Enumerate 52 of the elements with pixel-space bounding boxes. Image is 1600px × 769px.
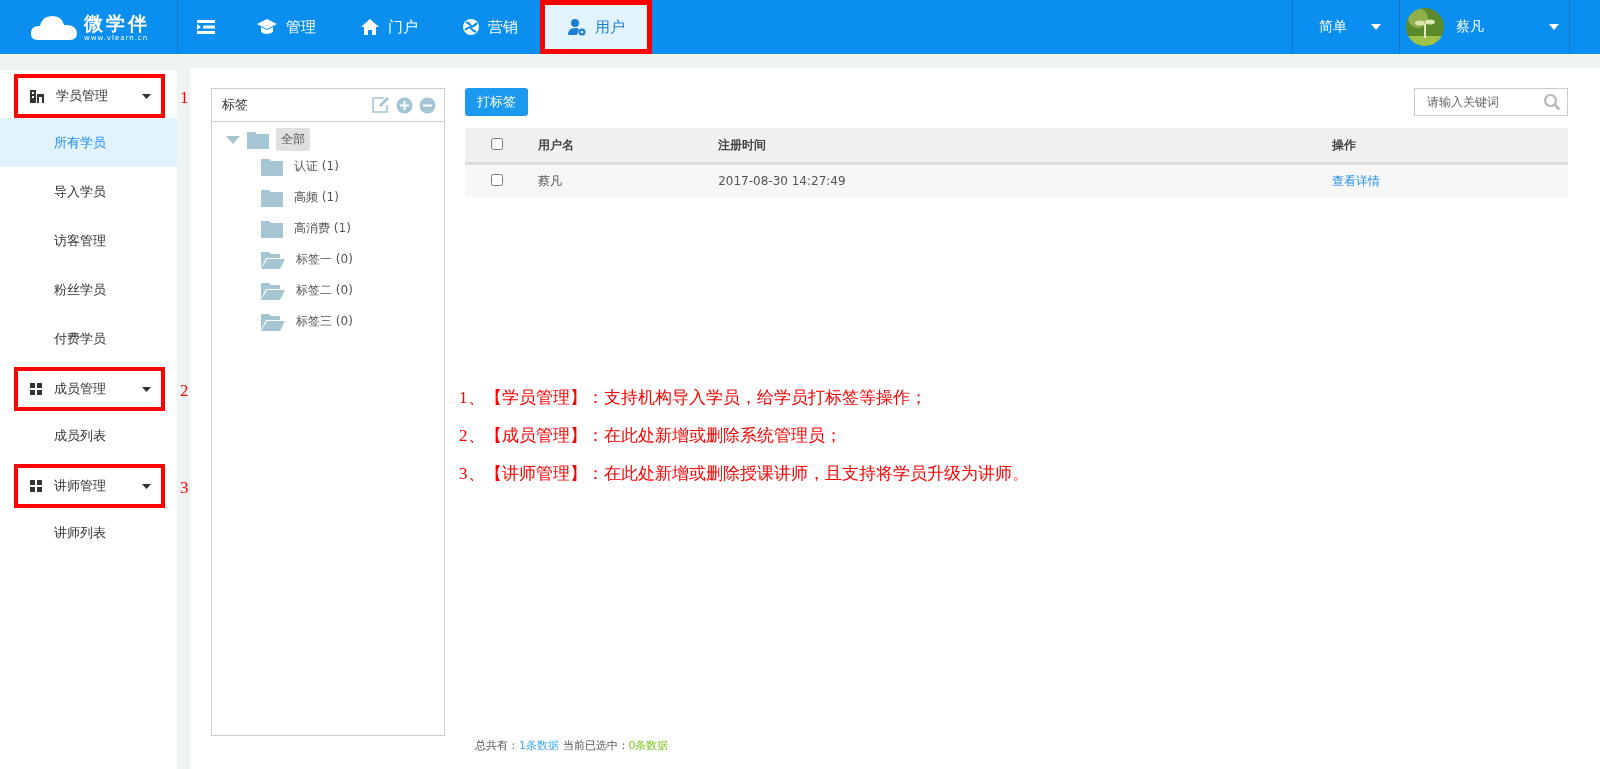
swirl-icon [462, 18, 480, 36]
column-header: 用户名 [537, 128, 718, 164]
annotation-text: 3、【讲师管理】：在此处新增或删除授课讲师，且支持将学员升级为讲师。 [459, 463, 1030, 485]
add-button[interactable] [396, 96, 413, 114]
caret-icon [142, 93, 151, 99]
folder-icon [260, 218, 284, 239]
tree-node[interactable]: 全部 [276, 128, 310, 151]
table-cell: 2017-08-30 14:27:49 [717, 163, 1331, 197]
logo-name: 微学伴 [84, 12, 150, 34]
open-folder-icon [260, 280, 286, 301]
graduation-cap-icon [256, 18, 278, 36]
folder-icon [246, 129, 270, 150]
open-folder-icon [260, 311, 286, 332]
grid-icon [30, 480, 42, 492]
nav-tab[interactable]: 用户 [540, 0, 652, 54]
sidebar-group-header[interactable]: 讲师管理 [14, 464, 165, 508]
tree-node[interactable]: 高频 (1) [294, 189, 339, 206]
status-text: 总共有：1条数据 当前已选中：0条数据 [475, 738, 670, 753]
folder-icon [260, 156, 284, 177]
user-gear-icon [567, 18, 587, 36]
table-cell: 蔡凡 [537, 163, 718, 197]
column-header: 注册时间 [717, 128, 1331, 164]
folder-icon [260, 187, 284, 208]
checkbox[interactable] [491, 137, 503, 150]
caret-icon [1549, 24, 1559, 30]
grid-icon [30, 383, 42, 395]
open-folder-icon [260, 249, 286, 270]
tree-node[interactable]: 标签二 (0) [296, 282, 353, 299]
annotation-text: 2、【成员管理】：在此处新增或删除系统管理员； [459, 425, 843, 447]
panel-title: 标签 [222, 96, 249, 114]
annotation-text: 1、【学员管理】：支持机构导入学员，给学员打标签等操作； [459, 387, 928, 409]
caret-icon [142, 386, 151, 392]
search-icon [1543, 93, 1561, 111]
checkbox[interactable] [491, 173, 503, 186]
sidebar-group-header[interactable]: 成员管理 [14, 367, 165, 411]
remove-button[interactable] [419, 96, 436, 114]
edit-button[interactable] [372, 97, 390, 113]
annotation-number: 3 [180, 478, 189, 498]
menu-icon [197, 20, 215, 34]
annotation-number: 2 [180, 381, 189, 401]
column-header: 操作 [1330, 128, 1568, 164]
tree-node[interactable]: 高消费 (1) [294, 220, 351, 237]
caret-icon [142, 483, 151, 489]
home-icon [360, 18, 380, 36]
tree-node[interactable]: 标签三 (0) [296, 313, 353, 330]
annotation-number: 1 [180, 88, 189, 108]
tree-node[interactable]: 认证 (1) [294, 158, 339, 175]
tree-node[interactable]: 标签一 (0) [296, 251, 353, 268]
search-field[interactable]: 请输入关键词 [1414, 88, 1568, 116]
caret-icon [1371, 24, 1381, 30]
sidebar-group-header[interactable]: 学员管理 [14, 74, 165, 118]
building-icon [30, 89, 44, 103]
